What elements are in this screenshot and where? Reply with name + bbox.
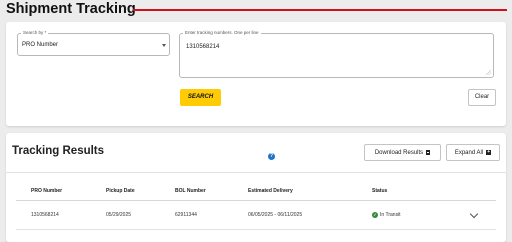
search-by-select[interactable]: Search by * PRO Number	[17, 30, 170, 56]
results-card: Tracking Results Download Results Expand…	[6, 133, 506, 242]
column-header-pickup-date: Pickup Date	[106, 188, 135, 194]
search-by-label: Search by *	[21, 30, 49, 36]
download-results-button[interactable]: Download Results	[364, 144, 441, 161]
document-download-icon	[426, 150, 431, 155]
cell-estimated-delivery: 06/05/2025 - 06/11/2025	[248, 212, 303, 218]
chevron-down-icon[interactable]	[162, 44, 166, 47]
cell-pickup-date: 05/29/2025	[106, 212, 132, 218]
results-title: Tracking Results	[12, 145, 105, 157]
expand-all-button[interactable]: Expand All +	[446, 144, 500, 161]
tracking-numbers-label: Enter tracking numbers. One per line	[183, 30, 261, 36]
column-header-pro-number: PRO Number	[31, 188, 63, 194]
column-header-status: Status	[372, 188, 388, 194]
row-divider	[16, 229, 496, 230]
status-text: In Transit	[380, 212, 401, 218]
column-header-estimated-delivery: Estimated Delivery	[248, 188, 293, 194]
help-icon[interactable]: ?	[268, 153, 275, 160]
cell-bol-number: 62911344	[175, 212, 197, 218]
title-rule	[133, 9, 507, 11]
table-header-divider	[16, 200, 496, 201]
cell-status: ✓ In Transit	[372, 212, 401, 218]
tracking-numbers-textarea[interactable]: Enter tracking numbers. One per line 131…	[179, 30, 494, 78]
tracking-numbers-value: 1310568214	[186, 44, 220, 50]
column-header-bol-number: BOL Number	[175, 188, 206, 194]
expand-all-label: Expand All	[454, 149, 484, 156]
clear-button[interactable]: Clear	[468, 89, 496, 106]
cell-pro-number: 1310568214	[31, 212, 59, 218]
resize-handle-icon[interactable]	[486, 70, 491, 75]
search-button[interactable]: SEARCH	[180, 89, 221, 106]
search-by-value: PRO Number	[22, 42, 59, 48]
search-card: Search by * PRO Number Enter tracking nu…	[6, 22, 506, 126]
plus-box-icon: +	[486, 149, 492, 155]
download-results-label: Download Results	[374, 149, 424, 156]
page-header: Shipment Tracking	[0, 0, 512, 20]
check-circle-icon: ✓	[372, 212, 378, 218]
page-title: Shipment Tracking	[6, 1, 136, 17]
chevron-down-icon[interactable]	[469, 209, 479, 219]
results-divider	[6, 172, 506, 173]
